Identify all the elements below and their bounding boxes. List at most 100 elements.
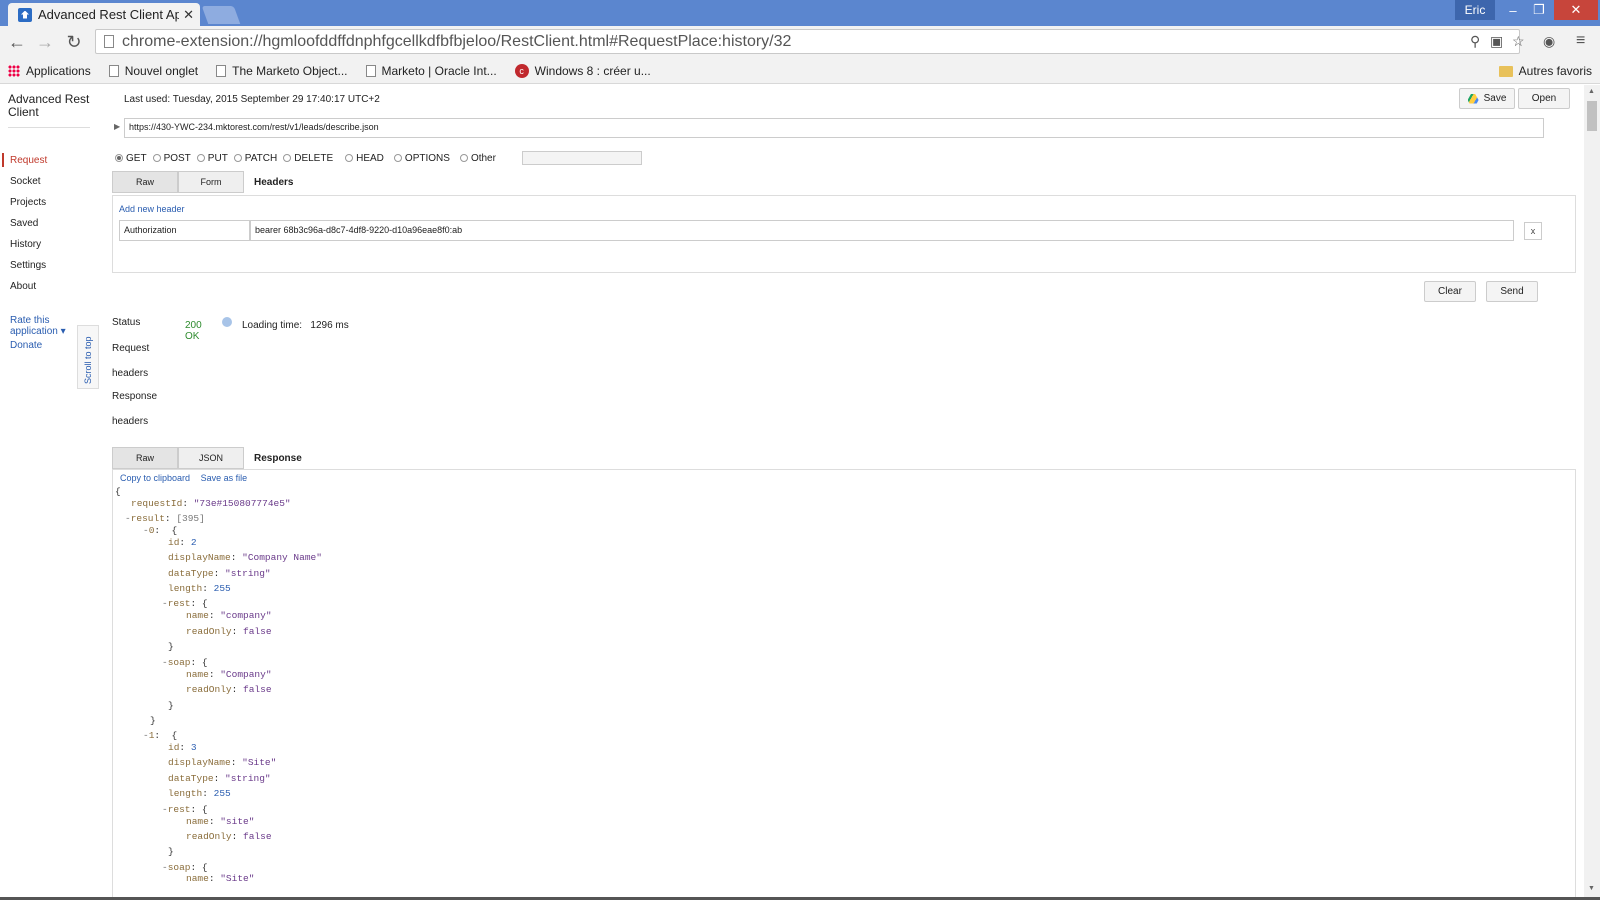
chrome-menu-icon[interactable]: ≡ <box>1576 32 1585 50</box>
close-window-icon[interactable]: ✕ <box>1554 0 1598 20</box>
header-value-input[interactable]: bearer 68b3c96a-d8c7-4df8-9220-d10a96eae… <box>250 220 1514 241</box>
browser-titlebar: Advanced Rest Client App ✕ Eric – ❐ ✕ <box>0 0 1600 26</box>
method-other[interactable]: Other <box>459 153 496 164</box>
app-sidebar: Advanced Rest Client Request Socket Proj… <box>0 85 110 900</box>
scroll-up-icon[interactable]: ▲ <box>1588 88 1595 95</box>
bookmark-item[interactable]: Nouvel onglet <box>108 64 198 78</box>
zoom-icon[interactable]: ⚲ <box>1470 33 1480 50</box>
scroll-down-icon[interactable]: ▼ <box>1588 885 1595 892</box>
extension-icon[interactable]: ◉ <box>1543 33 1555 50</box>
site-logo-icon: c <box>514 63 529 78</box>
method-options[interactable]: OPTIONS <box>393 153 450 164</box>
json-brace: } <box>168 700 174 711</box>
method-put[interactable]: PUT <box>196 153 228 164</box>
sidebar-item-projects[interactable]: Projects <box>10 197 46 208</box>
translate-icon[interactable]: ▣ <box>1490 33 1503 50</box>
tab-form[interactable]: Form <box>178 171 244 193</box>
back-icon[interactable]: ← <box>6 32 28 53</box>
tab-close-icon[interactable]: ✕ <box>183 7 194 23</box>
json-line: displayName: "Company Name" <box>168 552 322 563</box>
bookmark-item[interactable]: c Windows 8 : créer u... <box>514 63 651 78</box>
request-headers-label[interactable]: Request <box>112 343 149 354</box>
clear-button[interactable]: Clear <box>1424 281 1476 302</box>
response-headers-label[interactable]: Response <box>112 391 157 402</box>
remove-header-button[interactable]: x <box>1524 222 1542 240</box>
copy-to-clipboard-link[interactable]: Copy to clipboard <box>120 473 190 483</box>
bookmark-star-icon[interactable]: ☆ <box>1512 33 1525 50</box>
json-line: readOnly: false <box>186 626 272 637</box>
sidebar-item-saved[interactable]: Saved <box>10 218 38 229</box>
json-line: readOnly: false <box>186 831 272 842</box>
radio-icon <box>152 154 161 162</box>
request-headers-label-2[interactable]: headers <box>112 368 148 379</box>
info-icon[interactable] <box>222 317 232 327</box>
method-delete[interactable]: DELETE <box>283 153 333 164</box>
json-brace: } <box>150 715 156 726</box>
tab-response-json[interactable]: JSON <box>178 447 244 469</box>
header-name-input[interactable]: Authorization <box>119 220 250 241</box>
forward-icon[interactable]: → <box>34 32 56 53</box>
method-get[interactable]: GET <box>115 153 147 164</box>
rate-app-link[interactable]: Rate this application ▾ <box>10 315 72 337</box>
sidebar-item-request[interactable]: Request <box>10 155 47 166</box>
json-line[interactable]: -1: { <box>143 730 177 741</box>
bookmark-item[interactable]: Marketo | Oracle Int... <box>365 64 497 78</box>
address-url[interactable]: chrome-extension://hgmloofddffdnphfgcell… <box>122 33 1519 51</box>
sidebar-item-history[interactable]: History <box>10 239 41 250</box>
json-line: readOnly: false <box>186 684 272 695</box>
other-method-input[interactable] <box>521 151 642 165</box>
save-as-file-link[interactable]: Save as file <box>201 473 248 483</box>
reload-icon[interactable]: ↻ <box>63 32 85 53</box>
open-button[interactable]: Open <box>1518 88 1570 109</box>
active-indicator <box>2 153 4 167</box>
json-line[interactable]: -rest: { <box>162 804 208 815</box>
json-line[interactable]: -rest: { <box>162 598 208 609</box>
json-brace: { <box>115 486 121 497</box>
json-line[interactable]: -0: { <box>143 525 177 536</box>
json-line: length: 255 <box>168 788 231 799</box>
radio-icon <box>345 154 354 162</box>
tab-response-raw[interactable]: Raw <box>112 447 178 469</box>
sidebar-item-settings[interactable]: Settings <box>10 260 46 271</box>
response-actions: Copy to clipboard Save as file <box>120 473 255 483</box>
send-button[interactable]: Send <box>1486 281 1538 302</box>
status-label: Status <box>112 317 141 328</box>
new-tab-button[interactable] <box>201 6 241 24</box>
page-scrollbar[interactable]: ▲ ▼ <box>1584 85 1600 900</box>
add-header-link[interactable]: Add new header <box>119 204 185 214</box>
radio-icon <box>283 154 292 162</box>
sidebar-item-socket[interactable]: Socket <box>10 176 41 187</box>
response-tabs: Raw JSON Response <box>112 447 302 469</box>
method-post[interactable]: POST <box>152 153 191 164</box>
method-selector: GET POST PUT PATCH DELETE HEAD OPTIONS O… <box>115 151 642 165</box>
json-line[interactable]: -soap: { <box>162 862 208 873</box>
status-code: 200 OK <box>185 320 202 342</box>
sidebar-item-about[interactable]: About <box>10 281 36 292</box>
restore-icon[interactable]: ❐ <box>1526 0 1552 20</box>
donate-link[interactable]: Donate <box>10 340 42 351</box>
user-profile-badge[interactable]: Eric <box>1455 0 1495 20</box>
bookmark-apps[interactable]: Applications <box>8 64 91 78</box>
drive-icon <box>1467 93 1479 104</box>
json-line: displayName: "Site" <box>168 757 277 768</box>
radio-icon <box>393 154 402 162</box>
url-expand-icon[interactable]: ▶ <box>114 122 120 131</box>
page-icon <box>216 64 227 77</box>
response-headers-label-2[interactable]: headers <box>112 416 148 427</box>
json-brace: } <box>168 641 174 652</box>
tab-raw[interactable]: Raw <box>112 171 178 193</box>
bookmark-item[interactable]: The Marketo Object... <box>216 64 348 78</box>
json-line[interactable]: -result: [395] <box>125 513 205 524</box>
method-patch[interactable]: PATCH <box>233 153 277 164</box>
json-line[interactable]: -soap: { <box>162 657 208 668</box>
scrollbar-thumb[interactable] <box>1587 101 1597 131</box>
scroll-to-top-button[interactable]: Scroll to top <box>77 325 99 389</box>
json-line: requestId: "73e#150807774e5" <box>131 498 291 509</box>
address-bar[interactable]: chrome-extension://hgmloofddffdnphfgcell… <box>95 29 1520 54</box>
browser-tab[interactable]: Advanced Rest Client App ✕ <box>8 3 200 26</box>
request-url-input[interactable]: https://430-YWC-234.mktorest.com/rest/v1… <box>124 118 1544 138</box>
other-bookmarks[interactable]: Autres favoris <box>1498 64 1592 78</box>
save-button[interactable]: Save <box>1459 88 1515 109</box>
method-head[interactable]: HEAD <box>345 153 384 164</box>
minimize-icon[interactable]: – <box>1500 0 1526 20</box>
